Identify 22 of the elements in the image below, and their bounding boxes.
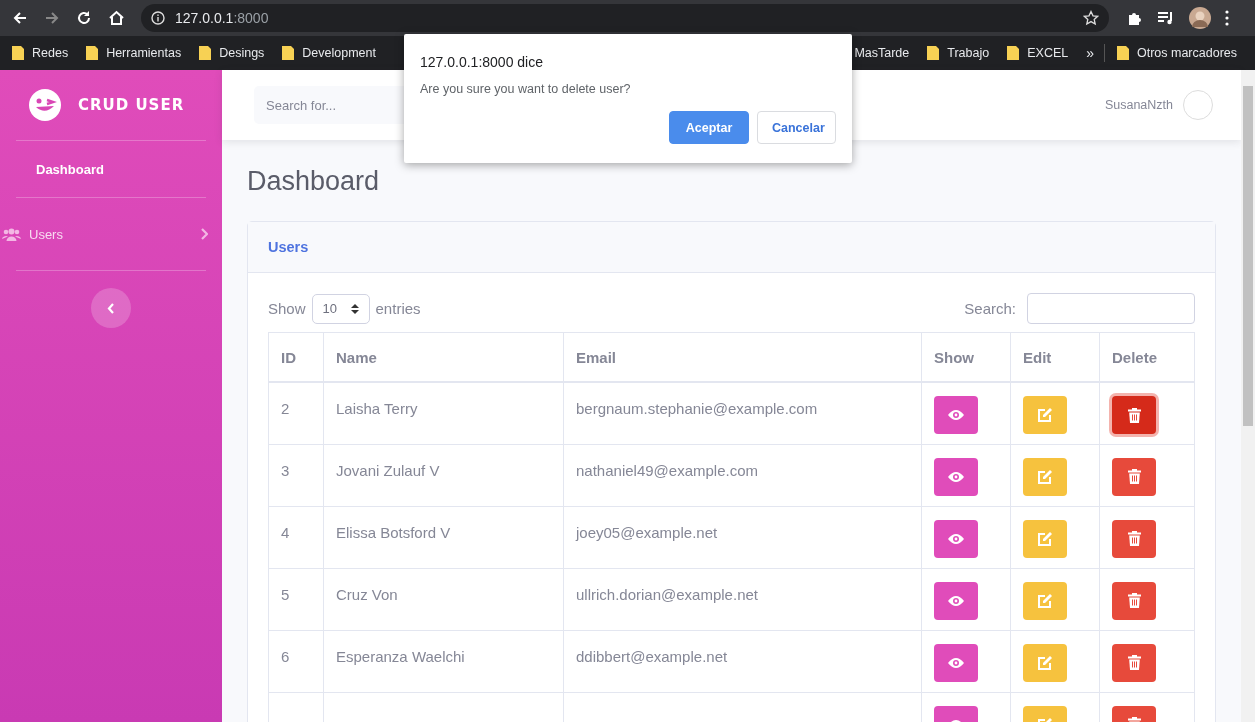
entries-label: entries (375, 300, 421, 317)
table-cell: 2 (268, 382, 324, 444)
table-cell: 3 (268, 444, 324, 506)
table-cell: 5 (268, 568, 324, 630)
table-cell: 6 (268, 630, 324, 692)
card-title: Users (268, 239, 309, 255)
table-cell: nathaniel49@example.com (563, 444, 922, 506)
table-cell: Esperanza Waelchi (323, 630, 564, 692)
table-cell: 4 (268, 506, 324, 568)
table-cell: Jovani Zulauf V (323, 444, 564, 506)
dialog-message: Are you sure you want to delete user? (420, 82, 632, 96)
table-cell: bergnaum.stephanie@example.com (563, 382, 922, 444)
table-cell: joey05@example.net (563, 506, 922, 568)
table-cell: Cruz Von (323, 568, 564, 630)
table-cell: ddibbert@example.net (563, 630, 922, 692)
dialog-title: 127.0.0.1:8000 dice (420, 54, 544, 70)
search-label: Search: (964, 300, 1016, 317)
table-cell: Laisha Terry (323, 382, 564, 444)
show-label: Show (268, 300, 306, 317)
table-cell: Elissa Botsford V (323, 506, 564, 568)
table-cell: ullrich.dorian@example.net (563, 568, 922, 630)
page-title: Dashboard (247, 166, 381, 197)
